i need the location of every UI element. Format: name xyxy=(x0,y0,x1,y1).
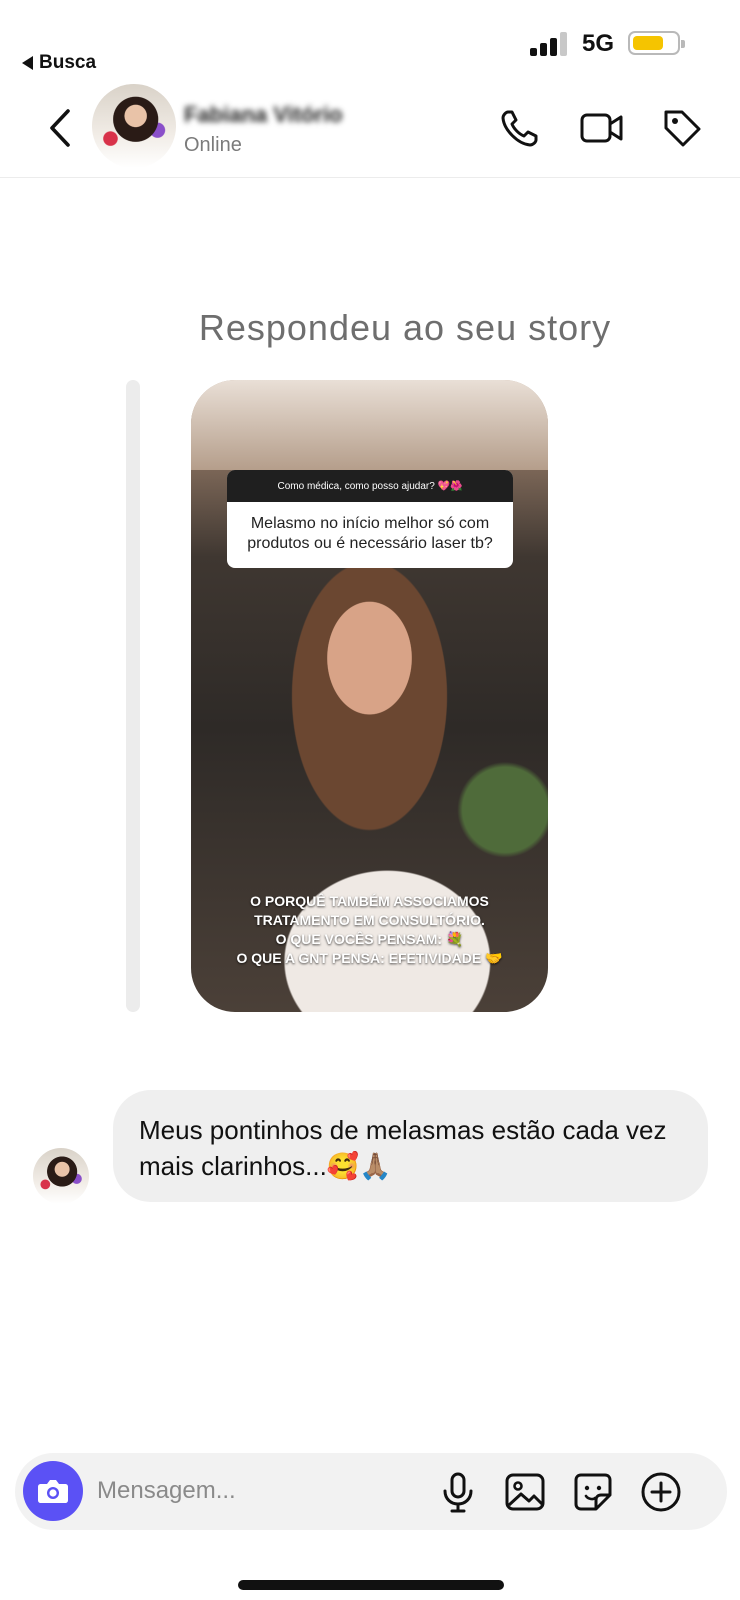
quote-bar xyxy=(126,380,140,1012)
story-caption-line: O PORQUÊ TAMBÉM ASSOCIAMOS xyxy=(250,893,489,909)
chat-header: Fabiana Vitório Online xyxy=(0,84,740,178)
message-composer xyxy=(15,1453,727,1530)
story-question-text: Melasmo no início melhor só com produtos… xyxy=(247,515,493,552)
gallery-button[interactable] xyxy=(500,1467,550,1517)
story-caption: O PORQUÊ TAMBÉM ASSOCIAMOS TRATAMENTO EM… xyxy=(191,892,548,968)
chevron-left-icon xyxy=(50,109,70,147)
more-options-button[interactable] xyxy=(636,1467,686,1517)
back-to-app-link[interactable]: Busca xyxy=(22,52,96,74)
story-reply-label: Respondeu ao seu story xyxy=(198,307,612,348)
voice-message-button[interactable] xyxy=(433,1467,483,1517)
camera-icon xyxy=(38,1480,68,1503)
battery-icon xyxy=(628,31,685,55)
image-icon xyxy=(505,1473,545,1511)
phone-icon xyxy=(501,110,538,147)
story-caption-line: O QUE VOCÊS PENSAM: 💐 xyxy=(275,931,464,947)
cellular-signal-icon xyxy=(530,32,570,56)
message-text: Meus pontinhos de melasmas estão cada ve… xyxy=(139,1115,667,1181)
camera-button[interactable] xyxy=(23,1461,83,1521)
story-preview[interactable]: Como médica, como posso ajudar? 💖🌺 Melas… xyxy=(191,380,548,1012)
story-question-box: Como médica, como posso ajudar? 💖🌺 Melas… xyxy=(227,470,513,568)
story-caption-line: O QUE A GNT PENSA: EFETIVIDADE 🤝 xyxy=(236,950,503,966)
back-button[interactable] xyxy=(44,106,84,150)
plus-circle-icon xyxy=(641,1472,681,1512)
contact-status: Online xyxy=(184,134,242,156)
sender-avatar[interactable] xyxy=(33,1148,89,1204)
battery-level xyxy=(633,36,664,50)
label-button[interactable] xyxy=(660,106,704,150)
back-triangle-icon xyxy=(22,56,33,70)
contact-name[interactable]: Fabiana Vitório xyxy=(184,102,343,128)
network-type: 5G xyxy=(582,30,615,57)
status-bar: Busca 5G xyxy=(0,0,740,90)
message-bubble[interactable]: Meus pontinhos de melasmas estão cada ve… xyxy=(113,1090,708,1202)
call-button[interactable] xyxy=(498,106,542,150)
back-app-label: Busca xyxy=(39,52,97,73)
story-question-header: Como médica, como posso ajudar? 💖🌺 xyxy=(227,470,513,502)
home-indicator xyxy=(238,1580,504,1590)
sticker-icon xyxy=(574,1473,612,1511)
video-camera-icon xyxy=(580,113,623,143)
contact-avatar[interactable] xyxy=(92,84,176,168)
microphone-icon xyxy=(443,1472,473,1513)
sticker-button[interactable] xyxy=(568,1467,618,1517)
message-input[interactable] xyxy=(97,1471,417,1511)
tag-icon xyxy=(664,110,701,147)
story-caption-line: TRATAMENTO EM CONSULTÓRIO. xyxy=(254,912,485,928)
video-call-button[interactable] xyxy=(578,106,626,150)
